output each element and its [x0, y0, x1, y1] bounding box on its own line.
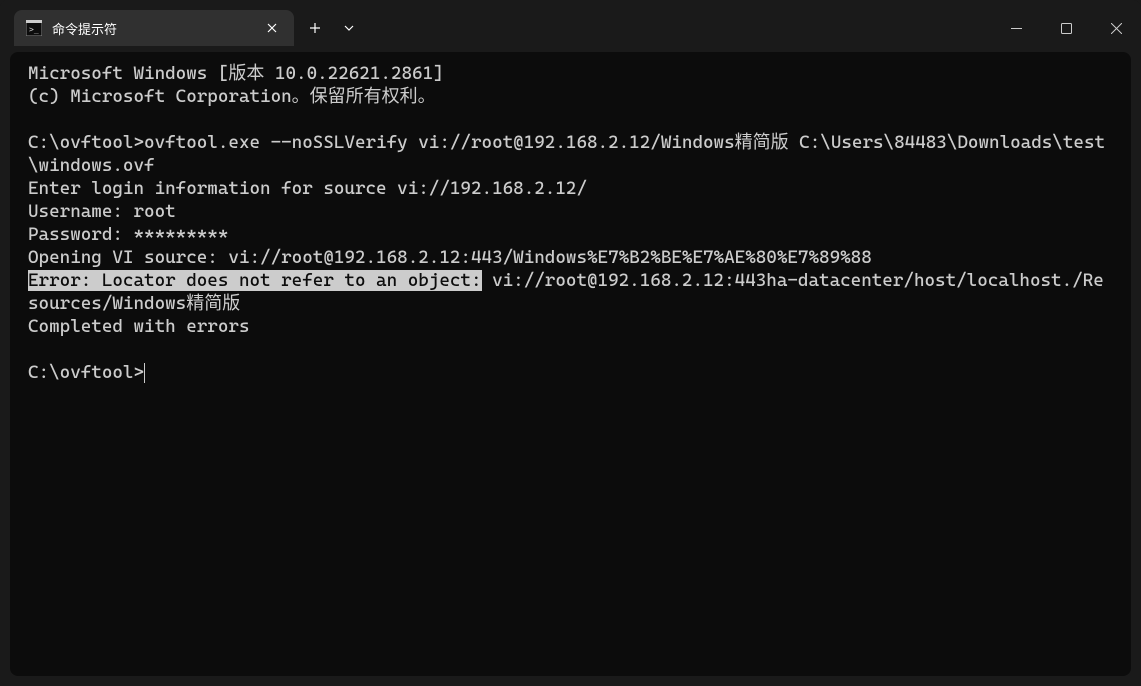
prompt: C:\ovftool> — [28, 362, 144, 383]
tab-title: 命令提示符 — [52, 19, 262, 38]
output-line: Enter login information for source vi://… — [28, 178, 587, 199]
command-line: C:\ovftool>ovftool.exe --noSSLVerify vi:… — [28, 132, 1105, 176]
tab-active[interactable]: >_ 命令提示符 — [14, 10, 294, 46]
output-line: Username: root — [28, 201, 176, 222]
output-line: Opening VI source: vi://root@192.168.2.1… — [28, 247, 872, 268]
output-line: Password: ********* — [28, 224, 228, 245]
window-controls — [991, 10, 1141, 50]
new-tab-button[interactable] — [298, 11, 332, 45]
error-highlight: Error: Locator does not refer to an obje… — [28, 270, 482, 291]
cmd-icon: >_ — [26, 20, 42, 36]
maximize-button[interactable] — [1041, 10, 1091, 46]
tab-dropdown-button[interactable] — [332, 11, 366, 45]
titlebar[interactable]: >_ 命令提示符 — [0, 0, 1141, 52]
terminal-window: >_ 命令提示符 — [0, 0, 1141, 686]
minimize-button[interactable] — [991, 10, 1041, 46]
terminal-content[interactable]: Microsoft Windows [版本 10.0.22621.2861] (… — [10, 52, 1131, 676]
close-button[interactable] — [1091, 10, 1141, 46]
output-line: Completed with errors — [28, 316, 249, 337]
svg-text:>_: >_ — [29, 25, 39, 34]
cursor — [144, 363, 145, 383]
tabs-area: >_ 命令提示符 — [0, 10, 991, 46]
output-line: (c) Microsoft Corporation。保留所有权利。 — [28, 86, 436, 107]
output-line: Microsoft Windows [版本 10.0.22621.2861] — [28, 63, 444, 84]
tab-close-button[interactable] — [262, 18, 282, 38]
